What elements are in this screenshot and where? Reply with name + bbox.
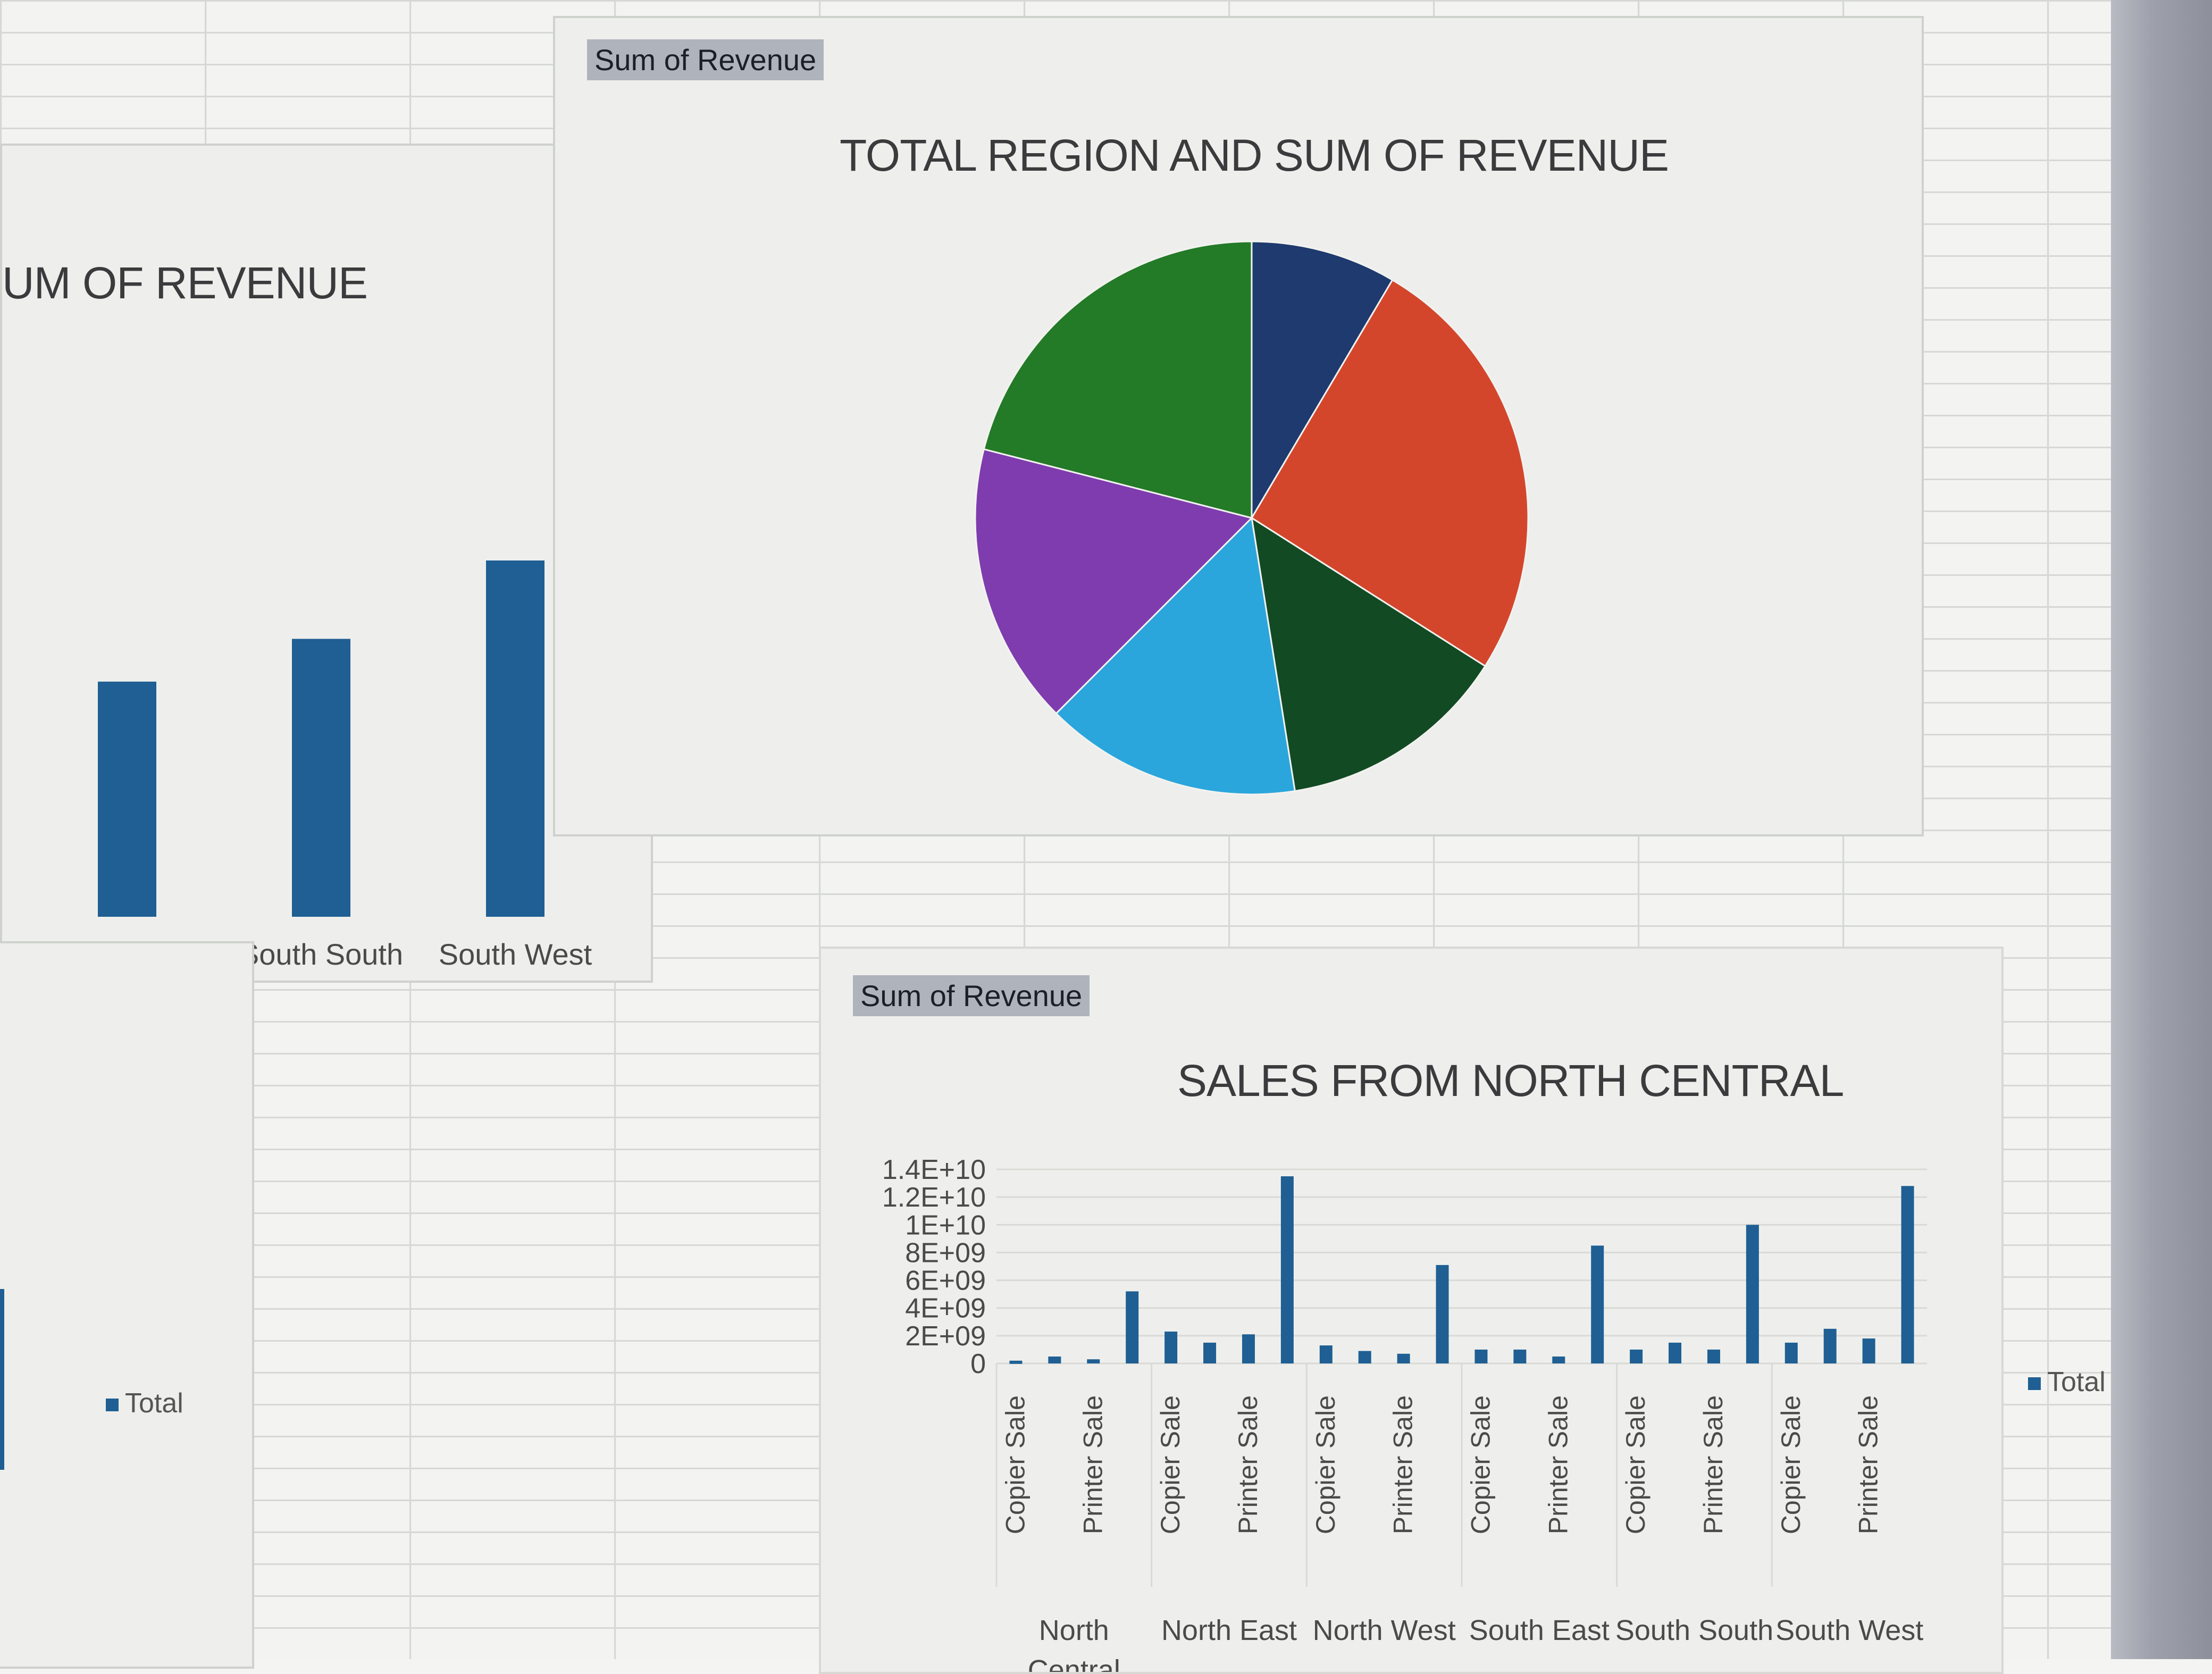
north-central-bar[interactable] xyxy=(1397,1353,1410,1363)
x-group-label: North West xyxy=(1313,1614,1456,1646)
x-sub-label: Copier Sale xyxy=(1621,1395,1650,1534)
partial-bar xyxy=(0,1289,4,1470)
y-tick-label: 6E+09 xyxy=(905,1266,986,1296)
north-central-bar[interactable] xyxy=(1630,1349,1643,1363)
x-group-label: South East xyxy=(1469,1614,1610,1646)
north-central-bar[interactable] xyxy=(1552,1356,1565,1363)
x-sub-label: Copier Sale xyxy=(1155,1395,1185,1534)
y-tick-label: 0 xyxy=(970,1349,986,1379)
north-central-bar[interactable] xyxy=(1669,1342,1682,1363)
x-sub-label: Copier Sale xyxy=(1311,1395,1340,1534)
region-x-label: South West xyxy=(439,938,592,971)
x-sub-label: Printer Sale xyxy=(1698,1395,1728,1534)
north-central-bar[interactable] xyxy=(1591,1245,1604,1363)
x-sub-label: Printer Sale xyxy=(1078,1395,1108,1534)
pie-plot xyxy=(974,240,1529,796)
x-sub-label: Copier Sale xyxy=(1000,1395,1030,1534)
north-central-chart-panel[interactable]: Sum of Revenue SALES FROM NORTH CENTRAL … xyxy=(819,947,2106,1674)
north-central-plot: 02E+094E+096E+098E+091E+101.2E+101.4E+10… xyxy=(882,1154,1927,1672)
y-tick-label: 4E+09 xyxy=(905,1293,986,1324)
legend-swatch-icon xyxy=(2028,1377,2041,1391)
region-bar[interactable] xyxy=(486,560,544,917)
y-tick-label: 1E+10 xyxy=(905,1210,986,1241)
north-central-bar[interactable] xyxy=(1746,1225,1759,1363)
y-tick-label: 8E+09 xyxy=(905,1237,986,1268)
north-central-bar[interactable] xyxy=(1823,1328,1837,1363)
legend-swatch-icon xyxy=(106,1399,119,1412)
north-central-bar[interactable] xyxy=(1048,1356,1061,1363)
pie-chart-panel[interactable]: Sum of Revenue TOTAL REGION AND SUM OF R… xyxy=(553,16,1924,836)
x-group-label: Central xyxy=(1028,1654,1120,1672)
north-central-bar[interactable] xyxy=(1126,1291,1139,1363)
region-bar[interactable] xyxy=(292,639,350,917)
x-sub-label: Printer Sale xyxy=(1854,1395,1883,1534)
north-central-bar[interactable] xyxy=(1242,1334,1255,1363)
north-central-bar[interactable] xyxy=(1009,1360,1023,1364)
x-group-label: South West xyxy=(1775,1614,1923,1646)
north-central-bar[interactable] xyxy=(1436,1265,1449,1363)
region-x-label: South South xyxy=(239,938,403,971)
x-sub-label: Printer Sale xyxy=(1388,1395,1418,1534)
north-central-bar[interactable] xyxy=(1862,1338,1875,1363)
x-sub-label: Copier Sale xyxy=(1465,1395,1495,1534)
partial-chart-panel[interactable]: Total xyxy=(0,941,254,1669)
x-sub-label: Printer Sale xyxy=(1543,1395,1573,1534)
y-tick-label: 1.2E+10 xyxy=(882,1182,986,1213)
y-tick-label: 1.4E+10 xyxy=(882,1154,986,1185)
north-central-bar[interactable] xyxy=(1358,1351,1371,1363)
north-central-legend: Total xyxy=(2028,1366,2106,1398)
north-central-bar[interactable] xyxy=(1087,1359,1100,1363)
north-central-bar[interactable] xyxy=(1784,1342,1798,1363)
x-sub-label: Printer Sale xyxy=(1233,1395,1263,1534)
north-central-bar[interactable] xyxy=(1164,1332,1178,1363)
region-bar[interactable] xyxy=(98,681,156,917)
north-central-bar[interactable] xyxy=(1474,1349,1488,1363)
north-central-bar[interactable] xyxy=(1280,1176,1294,1363)
north-central-bar[interactable] xyxy=(1901,1186,1914,1363)
x-group-label: South South xyxy=(1615,1614,1773,1646)
partial-chart-legend: Total xyxy=(106,1387,183,1419)
north-central-bar[interactable] xyxy=(1203,1342,1217,1363)
x-group-label: North East xyxy=(1161,1614,1297,1646)
north-central-bar[interactable] xyxy=(1319,1345,1333,1363)
x-group-label: North xyxy=(1039,1614,1109,1646)
north-central-bar[interactable] xyxy=(1513,1349,1527,1363)
x-sub-label: Copier Sale xyxy=(1776,1395,1806,1534)
monitor-bezel xyxy=(2111,0,2212,1659)
north-central-bar[interactable] xyxy=(1707,1349,1720,1363)
y-tick-label: 2E+09 xyxy=(905,1321,986,1352)
